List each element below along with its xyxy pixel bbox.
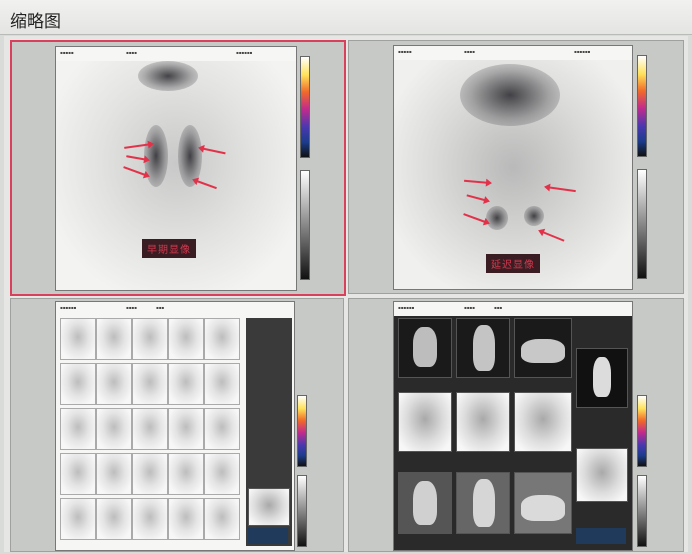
color-scale-icon [637,55,647,157]
spect-slice [132,498,168,540]
spect-slice [96,363,132,405]
annotation-arrow [463,213,489,224]
spect-slice [96,498,132,540]
annotation-arrow [193,179,217,190]
view-header: ▪▪▪▪▪ ▪▪▪▪ ▪▪▪▪▪▪ [56,47,296,61]
spect-slice [60,408,96,450]
color-scale-icon [297,395,307,467]
left-thyroid-remnant [524,206,544,226]
annotation-arrow [464,179,491,184]
view-header: ▪▪▪▪▪▪ ▪▪▪▪ ▪▪▪ [56,302,294,316]
window-title: 缩略图 [10,12,61,32]
thumbnail-spect-ct-fusion[interactable]: ▪▪▪▪▪▪ ▪▪▪▪ ▪▪▪ [348,298,684,552]
spect-coronal-view [514,392,572,452]
spect-axial-view [398,392,452,452]
spect-slice [132,453,168,495]
grayscale-scale-icon [297,475,307,547]
annotation-arrow [545,186,576,193]
planar-view: ▪▪▪▪▪ ▪▪▪▪ ▪▪▪▪▪▪ 延迟显像 [393,45,633,290]
spect-slice [168,318,204,360]
thumbnail-delayed-image[interactable]: ▪▪▪▪▪ ▪▪▪▪ ▪▪▪▪▪▪ 延迟显像 [348,40,684,294]
spect-slice [204,363,240,405]
spect-slice [204,498,240,540]
slice-grid [60,318,242,546]
preview-image [248,488,290,526]
salivary-uptake [138,61,198,91]
spect-slice [132,318,168,360]
spect-sagittal-view [456,392,510,452]
spect-slice [60,363,96,405]
spect-slice [60,453,96,495]
thumbnail-early-image[interactable]: ▪▪▪▪▪ ▪▪▪▪ ▪▪▪▪▪▪ 早期显像 [10,40,346,296]
annotation-arrow [539,230,565,242]
spect-slice [204,318,240,360]
ct-coronal-view [514,318,572,378]
ct-sagittal-view [456,318,510,378]
image-caption: 早期显像 [142,239,196,258]
spect-slice [60,498,96,540]
whole-body-preview [576,448,628,502]
salivary-uptake [460,64,560,126]
spect-slice [60,318,96,360]
fusion-coronal-view [514,472,572,534]
right-thyroid-remnant [486,206,508,230]
spect-slice [204,453,240,495]
grayscale-scale-icon [637,169,647,279]
spect-slice [96,318,132,360]
fusion-view: ▪▪▪▪▪▪ ▪▪▪▪ ▪▪▪ [393,301,633,551]
thumbnail-spect-slices[interactable]: ▪▪▪▪▪▪ ▪▪▪▪ ▪▪▪ [10,298,344,552]
annotation-arrow [124,143,153,149]
planar-view: ▪▪▪▪▪ ▪▪▪▪ ▪▪▪▪▪▪ 早期显像 [55,46,297,291]
spect-slice [168,408,204,450]
annotation-arrow [126,155,149,161]
grayscale-scale-icon [637,475,647,547]
color-scale-icon [300,56,310,158]
fusion-sagittal-view [456,472,510,534]
toolbar-strip [248,528,288,544]
spect-slice [204,408,240,450]
thumbnail-grid: ▪▪▪▪▪ ▪▪▪▪ ▪▪▪▪▪▪ 早期显像 ▪▪▪▪▪ ▪▪▪▪ ▪▪▪▪▪▪ 延迟显 [4,36,688,552]
view-header: ▪▪▪▪▪▪ ▪▪▪▪ ▪▪▪ [394,302,632,316]
slice-grid-view: ▪▪▪▪▪▪ ▪▪▪▪ ▪▪▪ [55,301,295,551]
view-header: ▪▪▪▪▪ ▪▪▪▪ ▪▪▪▪▪▪ [394,46,632,60]
window-title-bar: 缩略图 [0,0,692,35]
spect-slice [168,363,204,405]
ct-axial-view [398,318,452,378]
annotation-arrow [199,147,226,155]
fusion-axial-view [398,472,452,534]
toolbar-strip [576,528,626,544]
annotation-arrow [466,194,489,202]
mip-preview [576,348,628,408]
image-caption: 延迟显像 [486,254,540,273]
color-scale-icon [637,395,647,467]
spect-slice [132,408,168,450]
grayscale-scale-icon [300,170,310,280]
spect-slice [168,453,204,495]
spect-slice [132,363,168,405]
spect-slice [168,498,204,540]
spect-slice [96,453,132,495]
spect-slice [96,408,132,450]
